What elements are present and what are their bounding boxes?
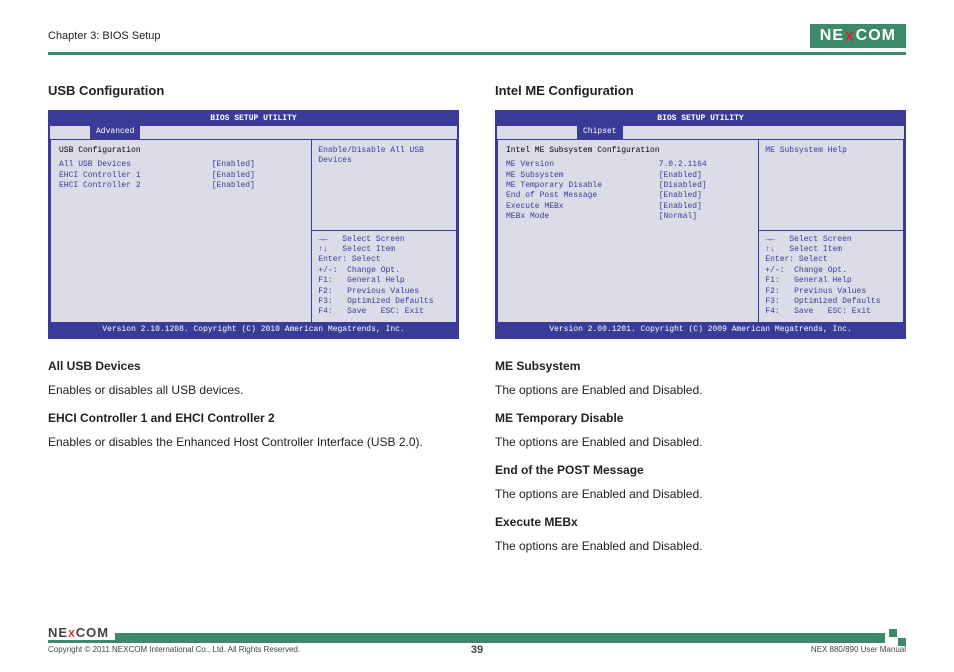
nexcom-logo: NEXCOM [810,24,906,48]
bios-row[interactable]: ME Temporary Disable[Disabled] [506,181,750,191]
bios-row-value: [Disabled] [659,181,751,191]
copyright-text: Copyright © 2011 NEXCOM International Co… [48,645,300,654]
footer-logo: NEXCOM [48,625,115,640]
bios-panel-me: BIOS SETUP UTILITY Chipset Intel ME Subs… [495,110,906,339]
desc-heading: All USB Devices [48,357,459,375]
desc-text: The options are Enabled and Disabled. [495,381,906,399]
logo-part-x: X [845,29,855,44]
bios-row[interactable]: EHCI Controller 2[Enabled] [59,181,303,191]
page-number: 39 [471,644,483,656]
section-title-me: Intel ME Configuration [495,83,906,98]
bios-tab-spacer [50,126,90,138]
bios-row-label: End of Post Message [506,191,659,201]
bios-tabs: Chipset [497,126,904,138]
bios-tab-spacer [497,126,577,138]
bios-row[interactable]: EHCI Controller 1[Enabled] [59,171,303,181]
bios-row-label: ME Subsystem [506,171,659,181]
bios-footer: Version 2.00.1201. Copyright (C) 2009 Am… [497,323,904,337]
bios-panel-usb: BIOS SETUP UTILITY Advanced USB Configur… [48,110,459,339]
bios-help-pane: ME Subsystem Help [759,140,903,231]
bios-tab-chipset[interactable]: Chipset [577,126,623,138]
bios-row-label: ME Temporary Disable [506,181,659,191]
bios-title: BIOS SETUP UTILITY [497,112,904,126]
logo-part-right: COM [76,625,109,640]
desc-text: The options are Enabled and Disabled. [495,433,906,451]
logo-part-left: NE [820,27,844,45]
desc-text: Enables or disables all USB devices. [48,381,459,399]
bios-row-value: [Enabled] [212,160,304,170]
bios-row[interactable]: Execute MEBx[Enabled] [506,202,750,212]
bios-row-label: ME Version [506,160,659,170]
bios-keys-pane: →← Select Screen ↑↓ Select Item Enter: S… [312,231,456,322]
bios-row-label: EHCI Controller 1 [59,171,212,181]
bios-row-value: [Enabled] [212,181,304,191]
bios-help-pane: Enable/Disable All USB Devices [312,140,456,231]
description-block: All USB Devices Enables or disables all … [48,357,459,451]
bios-footer: Version 2.10.1208. Copyright (C) 2010 Am… [50,323,457,337]
bios-tabs: Advanced [50,126,457,138]
desc-heading: ME Subsystem [495,357,906,375]
bios-row-label: All USB Devices [59,160,212,170]
bios-tab-advanced[interactable]: Advanced [90,126,140,138]
desc-heading: End of the POST Message [495,461,906,479]
section-title-usb: USB Configuration [48,83,459,98]
bios-settings-pane: USB Configuration All USB Devices[Enable… [51,140,312,322]
manual-name: NEX 880/890 User Manual [811,645,906,654]
bios-row-value: [Enabled] [659,191,751,201]
bios-row-value: [Enabled] [659,202,751,212]
description-block: ME Subsystem The options are Enabled and… [495,357,906,555]
bios-row[interactable]: ME Subsystem[Enabled] [506,171,750,181]
bios-row[interactable]: MEBx Mode[Normal] [506,212,750,222]
page-footer: NEXCOM Copyright © 2011 NEXCOM Internati… [48,633,906,654]
desc-text: The options are Enabled and Disabled. [495,485,906,503]
bios-heading: Intel ME Subsystem Configuration [506,146,750,156]
bios-keys-pane: →← Select Screen ↑↓ Select Item Enter: S… [759,231,903,322]
bios-row[interactable]: End of Post Message[Enabled] [506,191,750,201]
bios-row: ME Version7.0.2.1164 [506,160,750,170]
bios-settings-pane: Intel ME Subsystem Configuration ME Vers… [498,140,759,322]
bios-heading: USB Configuration [59,146,303,156]
desc-heading: Execute MEBx [495,513,906,531]
bios-title: BIOS SETUP UTILITY [50,112,457,126]
bios-row-value: [Normal] [659,212,751,222]
right-column: Intel ME Configuration BIOS SETUP UTILIT… [495,83,906,563]
desc-text: Enables or disables the Enhanced Host Co… [48,433,459,451]
header-rule [48,52,906,55]
desc-text: The options are Enabled and Disabled. [495,537,906,555]
footer-bar: NEXCOM [48,633,906,643]
bios-row-label: EHCI Controller 2 [59,181,212,191]
desc-heading: ME Temporary Disable [495,409,906,427]
bios-row[interactable]: All USB Devices[Enabled] [59,160,303,170]
chapter-label: Chapter 3: BIOS Setup [48,30,161,42]
bios-row-label: MEBx Mode [506,212,659,222]
bios-row-value: [Enabled] [212,171,304,181]
footer-squares-icon [885,629,906,646]
logo-part-right: COM [856,27,896,45]
left-column: USB Configuration BIOS SETUP UTILITY Adv… [48,83,459,563]
bios-row-label: Execute MEBx [506,202,659,212]
logo-part-x: X [68,629,76,640]
bios-row-value: [Enabled] [659,171,751,181]
desc-heading: EHCI Controller 1 and EHCI Controller 2 [48,409,459,427]
logo-part-left: NE [48,625,68,640]
bios-row-value: 7.0.2.1164 [659,160,751,170]
